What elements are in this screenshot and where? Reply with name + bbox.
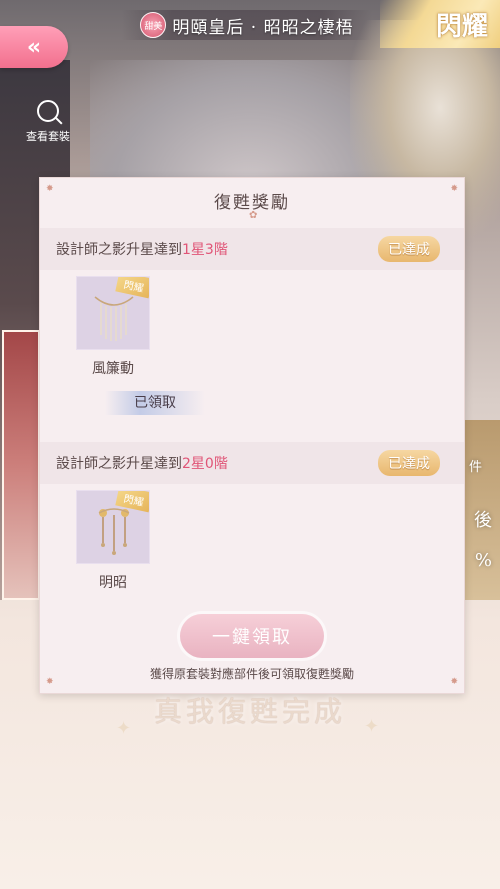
reward-section-header: 設計師之影升星達到1星3階 已達成 (40, 228, 464, 270)
side-text: 後 (474, 510, 492, 531)
outfit-card-left[interactable] (2, 330, 40, 600)
search-icon (37, 100, 59, 122)
title-bar: 甜美 明頤皇后 · 昭昭之棲梧 (122, 10, 372, 40)
condition-text: 設計師之影升星達到 (56, 456, 182, 472)
reward-item-card[interactable]: 閃耀 (76, 490, 150, 564)
flower-ornament-icon: ✿ (249, 210, 258, 221)
completion-banner: 真我復甦完成 (153, 695, 346, 728)
side-text: 件 (468, 460, 482, 475)
reward-item-name: 風簾動 (92, 361, 134, 377)
side-text: % (474, 550, 492, 571)
page-title: 明頤皇后 · 昭昭之棲梧 (172, 17, 354, 38)
revival-reward-modal: ✸ ✸ ✸ ✸ 復甦獎勵 ✿ 設計師之影升星達到1星3階 已達成 閃耀 風簾動 … (39, 177, 465, 694)
rarity-label: 閃耀 (435, 11, 488, 42)
footnote: 獲得原套裝對應部件後可領取復甦獎勵 (149, 667, 354, 681)
rarity-banner: 閃耀 (380, 0, 500, 48)
status-badge: 已達成 (378, 450, 440, 476)
condition-text: 設計師之影升星達到 (56, 242, 182, 258)
status-badge: 已達成 (378, 236, 440, 262)
condition-highlight: 1星3階 (182, 242, 228, 258)
reward-condition: 設計師之影升星達到2星0階 (56, 453, 228, 473)
title-badge: 甜美 (140, 12, 167, 38)
reward-item-name: 明昭 (99, 575, 127, 591)
sparkle-icon: ✦ (116, 718, 132, 739)
claimed-label: 已領取 (105, 391, 205, 415)
chevron-double-left-icon: « (26, 34, 42, 60)
back-button[interactable]: « (0, 26, 68, 68)
claim-all-button[interactable]: 一鍵領取 (180, 614, 324, 658)
reward-condition: 設計師之影升星達到1星3階 (56, 239, 228, 259)
view-outfit-label: 查看套裝 (26, 130, 70, 143)
reward-item-card[interactable]: 閃耀 (76, 276, 150, 350)
sparkle-icon: ✦ (364, 716, 380, 737)
condition-highlight: 2星0階 (182, 456, 228, 472)
reward-section-header: 設計師之影升星達到2星0階 已達成 (40, 442, 464, 484)
view-outfit-button[interactable]: 查看套裝 (22, 100, 74, 144)
